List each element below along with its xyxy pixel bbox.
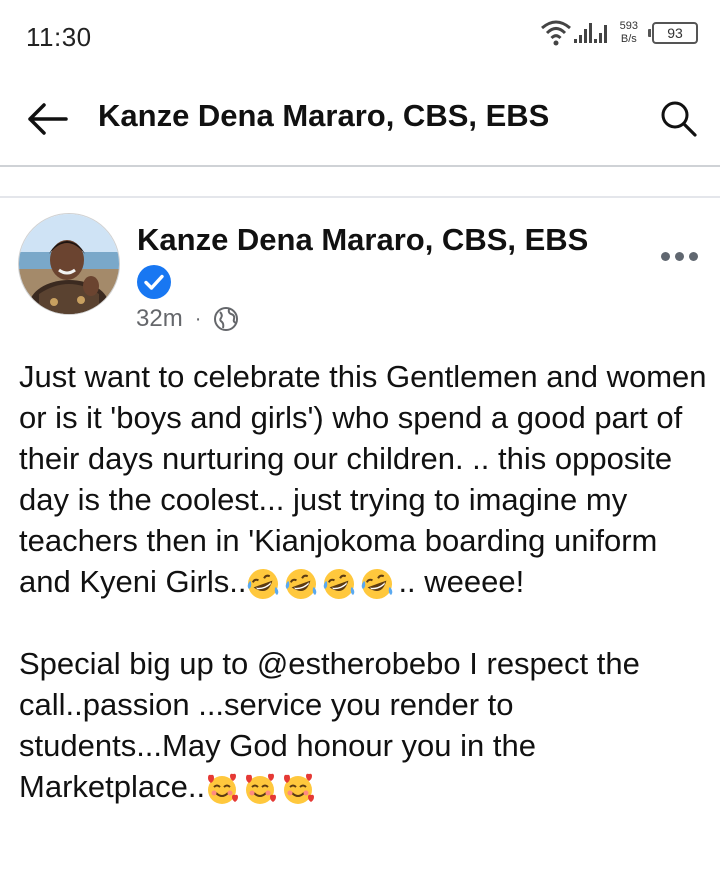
post-text-2: Special big up to @estherobebo I respect… bbox=[19, 646, 640, 804]
network-speed-unit: B/s bbox=[620, 33, 637, 45]
back-arrow-icon[interactable] bbox=[26, 102, 68, 136]
laughing-emoji-icon bbox=[362, 568, 393, 599]
post-meta: 32m · bbox=[136, 305, 239, 333]
more-dot bbox=[661, 252, 670, 261]
search-icon[interactable] bbox=[660, 100, 698, 138]
more-dot bbox=[675, 252, 684, 261]
smiling-hearts-emoji-icon bbox=[208, 773, 239, 804]
laughing-emoji-icon bbox=[324, 568, 355, 599]
meta-separator: · bbox=[194, 307, 202, 330]
smiling-hearts-emoji-icon bbox=[284, 773, 315, 804]
network-speed-value: 593 bbox=[619, 20, 638, 32]
laughing-emoji-icon bbox=[286, 568, 317, 599]
post-paragraph-1: Just want to celebrate this Gentlemen an… bbox=[19, 356, 709, 602]
laughing-emoji-icon bbox=[248, 568, 279, 599]
post-text-1-tail: .. weeee! bbox=[398, 564, 525, 599]
avatar[interactable] bbox=[18, 213, 120, 315]
profile-photo bbox=[19, 214, 119, 314]
post-text-1: Just want to celebrate this Gentlemen an… bbox=[19, 359, 707, 599]
status-time: 11:30 bbox=[26, 22, 92, 52]
section-divider bbox=[0, 196, 720, 198]
smiling-hearts-emoji-icon bbox=[246, 773, 277, 804]
more-dot bbox=[689, 252, 698, 261]
status-icons: 593 B/s 93 bbox=[540, 18, 698, 48]
verified-badge-icon bbox=[137, 265, 171, 299]
status-bar: 11:30 593 B/s 93 bbox=[0, 0, 720, 70]
post-time[interactable]: 32m bbox=[136, 305, 183, 333]
post-author-name[interactable]: Kanze Dena Mararo, CBS, EBS bbox=[137, 222, 588, 258]
battery-icon: 93 bbox=[648, 22, 698, 44]
wifi-icon bbox=[540, 20, 571, 46]
signal-icon bbox=[573, 23, 607, 43]
globe-icon bbox=[214, 307, 239, 331]
more-options-button[interactable] bbox=[661, 252, 698, 261]
app-bar: Kanze Dena Mararo, CBS, EBS bbox=[0, 70, 720, 167]
post-paragraph-2: Special big up to @estherobebo I respect… bbox=[19, 643, 709, 807]
network-speed: 593 B/s bbox=[620, 20, 638, 46]
post-body: Just want to celebrate this Gentlemen an… bbox=[19, 356, 709, 807]
battery-level: 93 bbox=[667, 25, 683, 41]
page-title: Kanze Dena Mararo, CBS, EBS bbox=[98, 98, 550, 133]
